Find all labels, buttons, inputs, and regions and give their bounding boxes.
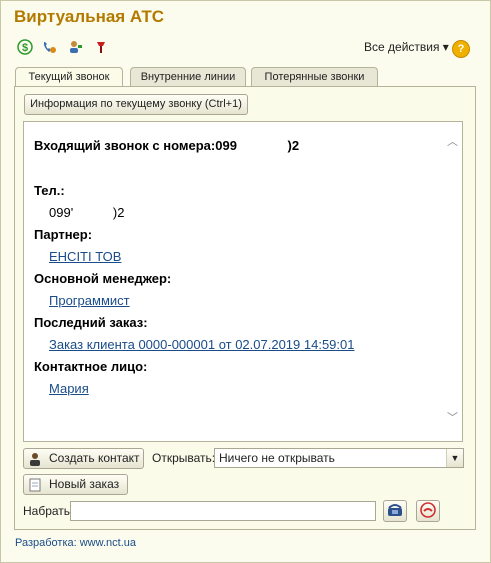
hangup-icon	[420, 501, 436, 521]
help-icon[interactable]: ?	[452, 40, 470, 58]
tab-current-call[interactable]: Текущий звонок	[15, 67, 123, 88]
all-actions-menu[interactable]: Все действия ▾	[364, 40, 449, 54]
create-contact-button[interactable]: Создать контакт	[23, 448, 144, 469]
open-label: Открывать:	[152, 451, 216, 465]
partner-label: Партнер:	[34, 227, 93, 242]
scroll-down-icon[interactable]: ﹀	[444, 410, 461, 427]
developer-link[interactable]: Разработка: www.nct.ua	[15, 537, 136, 549]
last-order-label: Последний заказ:	[34, 315, 148, 330]
call-button[interactable]	[383, 500, 407, 522]
contact-label: Контактное лицо:	[34, 359, 148, 374]
scroll-up-icon[interactable]: ︿	[444, 134, 461, 151]
manager-link[interactable]: Программист	[49, 293, 130, 308]
tab-missed-calls[interactable]: Потерянные звонки	[251, 67, 378, 87]
new-order-button[interactable]: Новый заказ	[23, 474, 128, 495]
open-select[interactable]: Ничего не открывать ▼	[214, 448, 464, 468]
telephone-icon	[387, 503, 403, 520]
document-icon	[27, 477, 43, 493]
partner-link[interactable]: ЕНСІТІ ТОВ	[49, 249, 121, 264]
open-select-value: Ничего не открывать	[219, 451, 335, 465]
person-icon	[27, 451, 43, 467]
last-order-link[interactable]: Заказ клиента 0000-000001 от 02.07.2019 …	[49, 337, 354, 352]
call-info-area: Входящий звонок с номера:099 )2 Тел.: 09…	[23, 121, 463, 442]
incoming-call-number: 099 )2	[215, 138, 300, 153]
dial-label: Набрать:	[23, 504, 74, 518]
pin-icon[interactable]	[92, 38, 110, 56]
vertical-scrollbar[interactable]: ︿ ﹀	[444, 122, 461, 439]
current-call-info-button[interactable]: Информация по текущему звонку (Ctrl+1)	[24, 94, 248, 115]
hangup-button[interactable]	[416, 500, 440, 522]
tab-internal-lines[interactable]: Внутренние линии	[130, 67, 246, 87]
new-order-label: Новый заказ	[49, 477, 120, 491]
incoming-call-label: Входящий звонок с номера:	[34, 138, 216, 153]
svg-text:$: $	[22, 42, 28, 54]
user-icon[interactable]	[66, 38, 84, 56]
window-title: Виртуальная АТС	[14, 7, 165, 26]
chevron-down-icon[interactable]: ▼	[446, 449, 463, 467]
phone-settings-icon[interactable]	[40, 38, 58, 56]
create-contact-label: Создать контакт	[49, 451, 140, 465]
phone-label: Тел.:	[34, 183, 65, 198]
dollar-icon[interactable]: $	[16, 38, 34, 56]
dial-input[interactable]	[70, 501, 376, 521]
phone-value: 099' )2	[49, 205, 125, 220]
manager-label: Основной менеджер:	[34, 271, 172, 286]
contact-link[interactable]: Мария	[49, 381, 89, 396]
